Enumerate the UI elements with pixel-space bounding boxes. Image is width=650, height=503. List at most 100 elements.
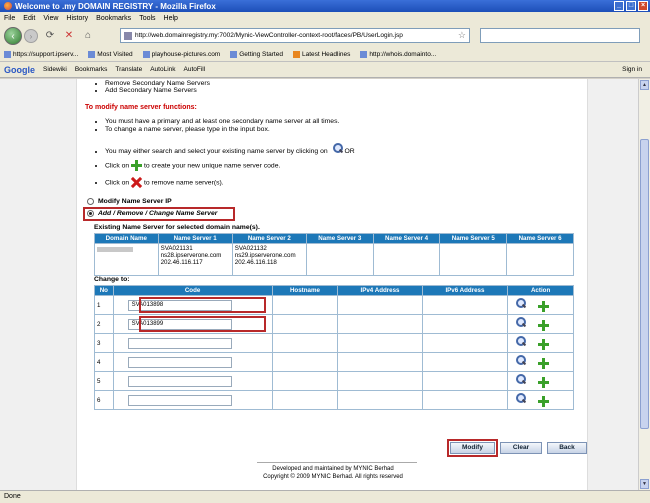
radio-modify-ip-label: Modify Name Server IP	[98, 198, 172, 205]
home-icon[interactable]: ⌂	[81, 29, 95, 43]
column-header: Name Server 3	[305, 233, 374, 244]
add-icon[interactable]	[538, 357, 550, 369]
scrollbar-thumb[interactable]	[640, 139, 649, 429]
bookmark-item[interactable]: Getting Started	[230, 50, 283, 58]
row-number: 6	[94, 390, 114, 410]
hostname-cell	[271, 390, 339, 410]
list-item: You must have a primary and at least one…	[105, 118, 339, 125]
remove-icon	[131, 177, 142, 188]
search-icon[interactable]	[516, 374, 527, 385]
code-cell	[112, 333, 273, 353]
ns2-cell: SVA021132 ns29.ipserverone.com 202.46.11…	[231, 243, 307, 276]
stop-icon[interactable]: ✕	[62, 29, 76, 43]
bookmark-item[interactable]: Most Visited	[88, 50, 133, 58]
menu-tools[interactable]: Tools	[139, 15, 155, 22]
toolbar-sidewiki[interactable]: Sidewiki	[43, 66, 67, 73]
toolbar-bookmarks[interactable]: Bookmarks	[75, 66, 108, 73]
back-icon[interactable]: ‹	[4, 27, 22, 45]
vertical-scrollbar[interactable]: ▲ ▼	[638, 79, 650, 490]
back-button[interactable]: Back	[547, 442, 587, 454]
menu-edit[interactable]: Edit	[23, 15, 35, 22]
footer-copyright: Copyright © 2009 MYNIC Berhad. All right…	[263, 474, 403, 480]
ns3-cell	[305, 243, 374, 276]
search-icon[interactable]	[516, 393, 527, 404]
action-cell	[507, 295, 574, 315]
add-icon[interactable]	[538, 338, 550, 350]
redacted-domain	[97, 247, 133, 252]
list-item: Click on to create your new unique name …	[105, 160, 280, 171]
code-cell	[112, 352, 273, 372]
search-icon[interactable]	[516, 355, 527, 366]
code-input[interactable]	[127, 394, 232, 406]
ns6-cell	[506, 243, 574, 276]
column-header: No	[94, 285, 114, 296]
add-icon[interactable]	[538, 300, 550, 312]
window-title: Welcome to .my DOMAIN REGISTRY - Mozilla…	[15, 1, 216, 11]
firefox-icon	[4, 2, 12, 10]
domain-cell	[94, 243, 159, 276]
toolbar-autolink[interactable]: AutoLink	[150, 66, 175, 73]
menu-view[interactable]: View	[43, 15, 58, 22]
hostname-cell	[271, 371, 339, 391]
search-icon[interactable]	[516, 317, 527, 328]
status-text: Done	[4, 493, 21, 500]
bookmark-item[interactable]: playhouse-pictures.com	[142, 50, 220, 58]
add-icon[interactable]	[538, 319, 550, 331]
scroll-down-icon[interactable]: ▼	[640, 479, 649, 489]
url-bar[interactable]: http://web.domainregistry.my:7002/Mynic-…	[120, 28, 470, 43]
modify-button[interactable]: Modify	[450, 442, 495, 454]
hostname-cell	[271, 314, 339, 334]
search-input[interactable]	[480, 28, 640, 43]
code-input[interactable]	[127, 337, 232, 349]
bookmark-item[interactable]: http://whois.domainto...	[360, 50, 436, 58]
table-row: 6	[94, 390, 574, 410]
menu-bookmarks[interactable]: Bookmarks	[96, 15, 131, 22]
menu-history[interactable]: History	[66, 15, 88, 22]
existing-title: Existing Name Server for selected domain…	[94, 224, 260, 231]
navigation-toolbar: ‹ › ⟳ ✕ ⌂ http://web.domainregistry.my:7…	[0, 25, 650, 47]
hostname-cell	[271, 352, 339, 372]
bookmark-star-icon[interactable]: ☆	[458, 30, 466, 41]
scroll-up-icon[interactable]: ▲	[640, 80, 649, 90]
toolbar-signin[interactable]: Sign in	[622, 66, 642, 73]
code-cell	[112, 390, 273, 410]
minimize-button[interactable]: _	[614, 1, 624, 11]
ns1-cell: SVA021131 ns28.ipserverone.com 202.46.11…	[157, 243, 233, 276]
bookmark-item[interactable]: https://support.ipserv...	[4, 50, 78, 58]
close-button[interactable]: ×	[638, 1, 648, 11]
code-input[interactable]	[127, 356, 232, 368]
add-icon[interactable]	[538, 376, 550, 388]
reload-icon[interactable]: ⟳	[43, 29, 57, 43]
code-input[interactable]	[127, 375, 232, 387]
row-number: 5	[94, 371, 114, 391]
column-header: Name Server 2	[231, 233, 307, 244]
menu-bar: File Edit View History Bookmarks Tools H…	[0, 12, 650, 25]
toolbar-autofill[interactable]: AutoFill	[184, 66, 206, 73]
forward-icon[interactable]: ›	[24, 29, 38, 43]
radio-modify-ip[interactable]	[87, 198, 94, 205]
column-header: IPv4 Address	[337, 285, 423, 296]
maximize-button[interactable]: □	[626, 1, 636, 11]
toolbar-translate[interactable]: Translate	[115, 66, 142, 73]
search-icon[interactable]	[516, 298, 527, 309]
hostname-cell	[271, 333, 339, 353]
bookmark-item[interactable]: Latest Headlines	[292, 50, 350, 58]
table-row: 3	[94, 333, 574, 353]
rss-icon	[292, 50, 300, 58]
ipv4-cell	[337, 333, 423, 353]
window-titlebar: Welcome to .my DOMAIN REGISTRY - Mozilla…	[0, 0, 650, 12]
clear-button[interactable]: Clear	[500, 442, 542, 454]
row-number: 1	[94, 295, 114, 315]
search-icon[interactable]	[516, 336, 527, 347]
list-item: Click on to remove name server(s).	[105, 177, 224, 188]
top-bullet-list: Remove Secondary Name Servers Add Second…	[105, 80, 210, 94]
menu-file[interactable]: File	[4, 15, 15, 22]
add-icon[interactable]	[538, 395, 550, 407]
column-header: Name Server 6	[506, 233, 574, 244]
menu-help[interactable]: Help	[164, 15, 178, 22]
bookmarks-toolbar: https://support.ipserv... Most Visited p…	[0, 47, 650, 62]
radio-add-remove-change[interactable]	[87, 210, 94, 217]
search-icon	[332, 143, 343, 153]
list-item: To change a name server, please type in …	[105, 126, 339, 133]
table-row: 4	[94, 352, 574, 372]
